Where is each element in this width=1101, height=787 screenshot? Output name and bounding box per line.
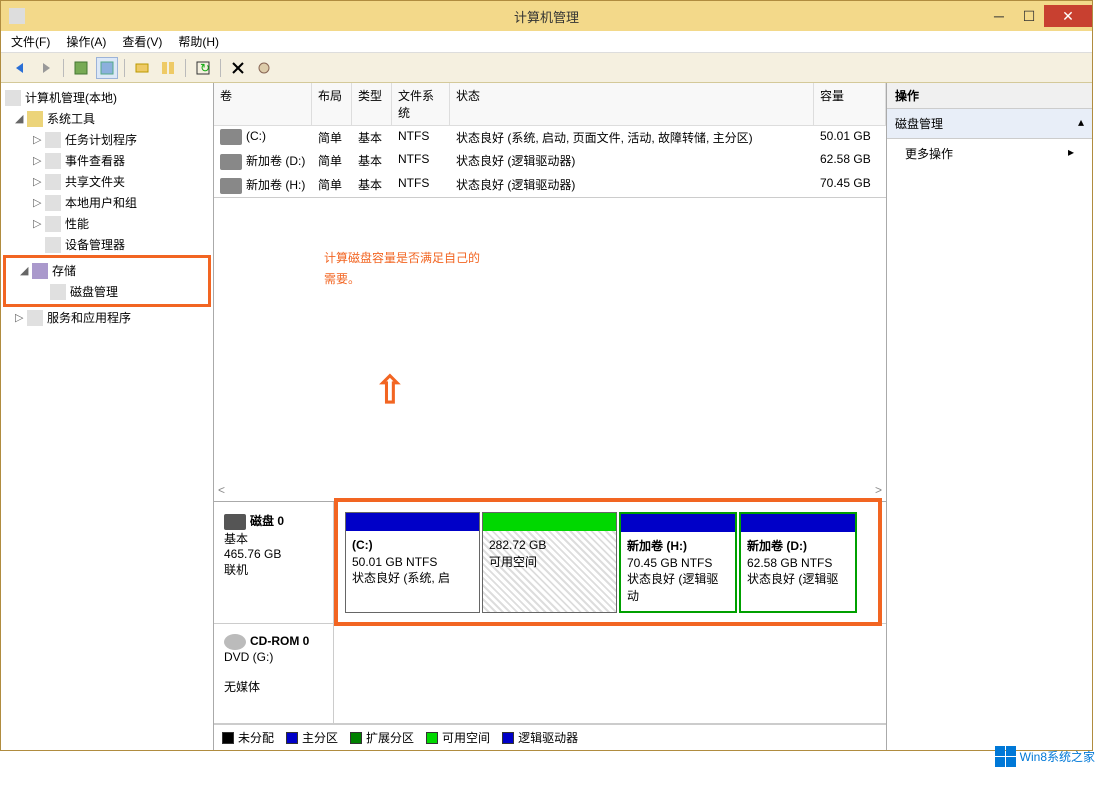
volume-table: 卷 布局 类型 文件系统 状态 容量 (C:) 简单 基本 NTFS 状态良好 … [214, 83, 886, 198]
volume-icon [220, 154, 242, 170]
menubar: 文件(F) 操作(A) 查看(V) 帮助(H) [1, 31, 1092, 53]
tree-services-apps[interactable]: ▷服务和应用程序 [3, 307, 211, 328]
tool-icon-4[interactable] [157, 57, 179, 79]
partition-d[interactable]: 新加卷 (D:)62.58 GB NTFS状态良好 (逻辑驱 [739, 512, 857, 613]
table-header: 卷 布局 类型 文件系统 状态 容量 [214, 83, 886, 126]
disk-0-row: 磁盘 0 基本 465.76 GB 联机 (C:)50.01 GB NTFS状态… [214, 502, 886, 624]
tree-highlight-box: ◢存储 磁盘管理 [3, 255, 211, 307]
titlebar: 计算机管理 ─ ☐ ✕ [1, 1, 1092, 31]
forward-button[interactable] [35, 57, 57, 79]
col-type[interactable]: 类型 [352, 83, 392, 125]
tree-performance[interactable]: ▷性能 [3, 213, 211, 234]
svg-text:↻: ↻ [200, 61, 210, 75]
actions-disk-mgmt[interactable]: 磁盘管理▴ [887, 109, 1092, 139]
partition-c[interactable]: (C:)50.01 GB NTFS状态良好 (系统, 启 [345, 512, 480, 613]
graphical-disk-view: 磁盘 0 基本 465.76 GB 联机 (C:)50.01 GB NTFS状态… [214, 501, 886, 750]
delete-icon[interactable] [227, 57, 249, 79]
disk-0-label[interactable]: 磁盘 0 基本 465.76 GB 联机 [214, 502, 334, 623]
cdrom-icon [224, 634, 246, 650]
tree-storage[interactable]: ◢存储 [8, 260, 206, 281]
table-row[interactable]: (C:) 简单 基本 NTFS 状态良好 (系统, 启动, 页面文件, 活动, … [214, 126, 886, 149]
menu-file[interactable]: 文件(F) [5, 31, 56, 52]
annotation-text: 计算磁盘容量是否满足自己的 需要。 [324, 248, 480, 291]
cdrom-row: CD-ROM 0 DVD (G:) 无媒体 [214, 624, 886, 724]
disk-0-partitions: (C:)50.01 GB NTFS状态良好 (系统, 启 282.72 GB可用… [334, 502, 886, 623]
col-layout[interactable]: 布局 [312, 83, 352, 125]
collapse-icon: ▴ [1078, 115, 1084, 132]
tree-root[interactable]: 计算机管理(本地) [3, 87, 211, 108]
tree-device-manager[interactable]: 设备管理器 [3, 234, 211, 255]
col-status[interactable]: 状态 [450, 83, 814, 125]
app-icon [9, 8, 25, 24]
maximize-button[interactable]: ☐ [1014, 5, 1044, 27]
main-panel: 卷 布局 类型 文件系统 状态 容量 (C:) 简单 基本 NTFS 状态良好 … [214, 83, 887, 750]
annotation-area: 计算磁盘容量是否满足自己的 需要。 ⇧ <> [214, 198, 886, 501]
table-row[interactable]: 新加卷 (D:) 简单 基本 NTFS 状态良好 (逻辑驱动器) 62.58 G… [214, 149, 886, 173]
tree-task-scheduler[interactable]: ▷任务计划程序 [3, 129, 211, 150]
tree-system-tools[interactable]: ◢系统工具 [3, 108, 211, 129]
menu-action[interactable]: 操作(A) [60, 31, 112, 52]
partition-h[interactable]: 新加卷 (H:)70.45 GB NTFS状态良好 (逻辑驱动 [619, 512, 737, 613]
disk-icon [224, 514, 246, 530]
tree-event-viewer[interactable]: ▷事件查看器 [3, 150, 211, 171]
window-title: 计算机管理 [514, 7, 579, 26]
refresh-icon[interactable]: ↻ [192, 57, 214, 79]
tree-shared-folders[interactable]: ▷共享文件夹 [3, 171, 211, 192]
volume-icon [220, 178, 242, 194]
annotation-arrow-icon: ⇧ [374, 368, 406, 413]
legend-logical: 逻辑驱动器 [502, 729, 578, 746]
tool-icon-3[interactable] [131, 57, 153, 79]
table-row[interactable]: 新加卷 (H:) 简单 基本 NTFS 状态良好 (逻辑驱动器) 70.45 G… [214, 173, 886, 197]
actions-header: 操作 [887, 83, 1092, 109]
legend: 未分配 主分区 扩展分区 可用空间 逻辑驱动器 [214, 724, 886, 750]
h-scrollbar[interactable]: <> [218, 483, 882, 497]
col-fs[interactable]: 文件系统 [392, 83, 450, 125]
legend-unallocated: 未分配 [222, 729, 274, 746]
col-capacity[interactable]: 容量 [814, 83, 886, 125]
tree-panel: 计算机管理(本地) ◢系统工具 ▷任务计划程序 ▷事件查看器 ▷共享文件夹 ▷本… [1, 83, 214, 750]
windows-logo-icon [995, 746, 1016, 767]
tool-icon-1[interactable] [70, 57, 92, 79]
actions-panel: 操作 磁盘管理▴ 更多操作▸ [887, 83, 1092, 750]
chevron-right-icon: ▸ [1068, 145, 1074, 162]
menu-help[interactable]: 帮助(H) [172, 31, 225, 52]
volume-icon [220, 129, 242, 145]
partition-free[interactable]: 282.72 GB可用空间 [482, 512, 617, 613]
tool-icon-2[interactable] [96, 57, 118, 79]
col-volume[interactable]: 卷 [214, 83, 312, 125]
cdrom-label[interactable]: CD-ROM 0 DVD (G:) 无媒体 [214, 624, 334, 723]
watermark: Win8系统之家 [995, 746, 1095, 767]
menu-view[interactable]: 查看(V) [116, 31, 168, 52]
legend-primary: 主分区 [286, 729, 338, 746]
minimize-button[interactable]: ─ [984, 5, 1014, 27]
actions-more[interactable]: 更多操作▸ [887, 139, 1092, 168]
tool-icon-5[interactable] [253, 57, 275, 79]
legend-freespace: 可用空间 [426, 729, 490, 746]
legend-extended: 扩展分区 [350, 729, 414, 746]
tree-local-users[interactable]: ▷本地用户和组 [3, 192, 211, 213]
close-button[interactable]: ✕ [1044, 5, 1092, 27]
toolbar: ↻ [1, 53, 1092, 83]
tree-disk-management[interactable]: 磁盘管理 [8, 281, 206, 302]
back-button[interactable] [9, 57, 31, 79]
